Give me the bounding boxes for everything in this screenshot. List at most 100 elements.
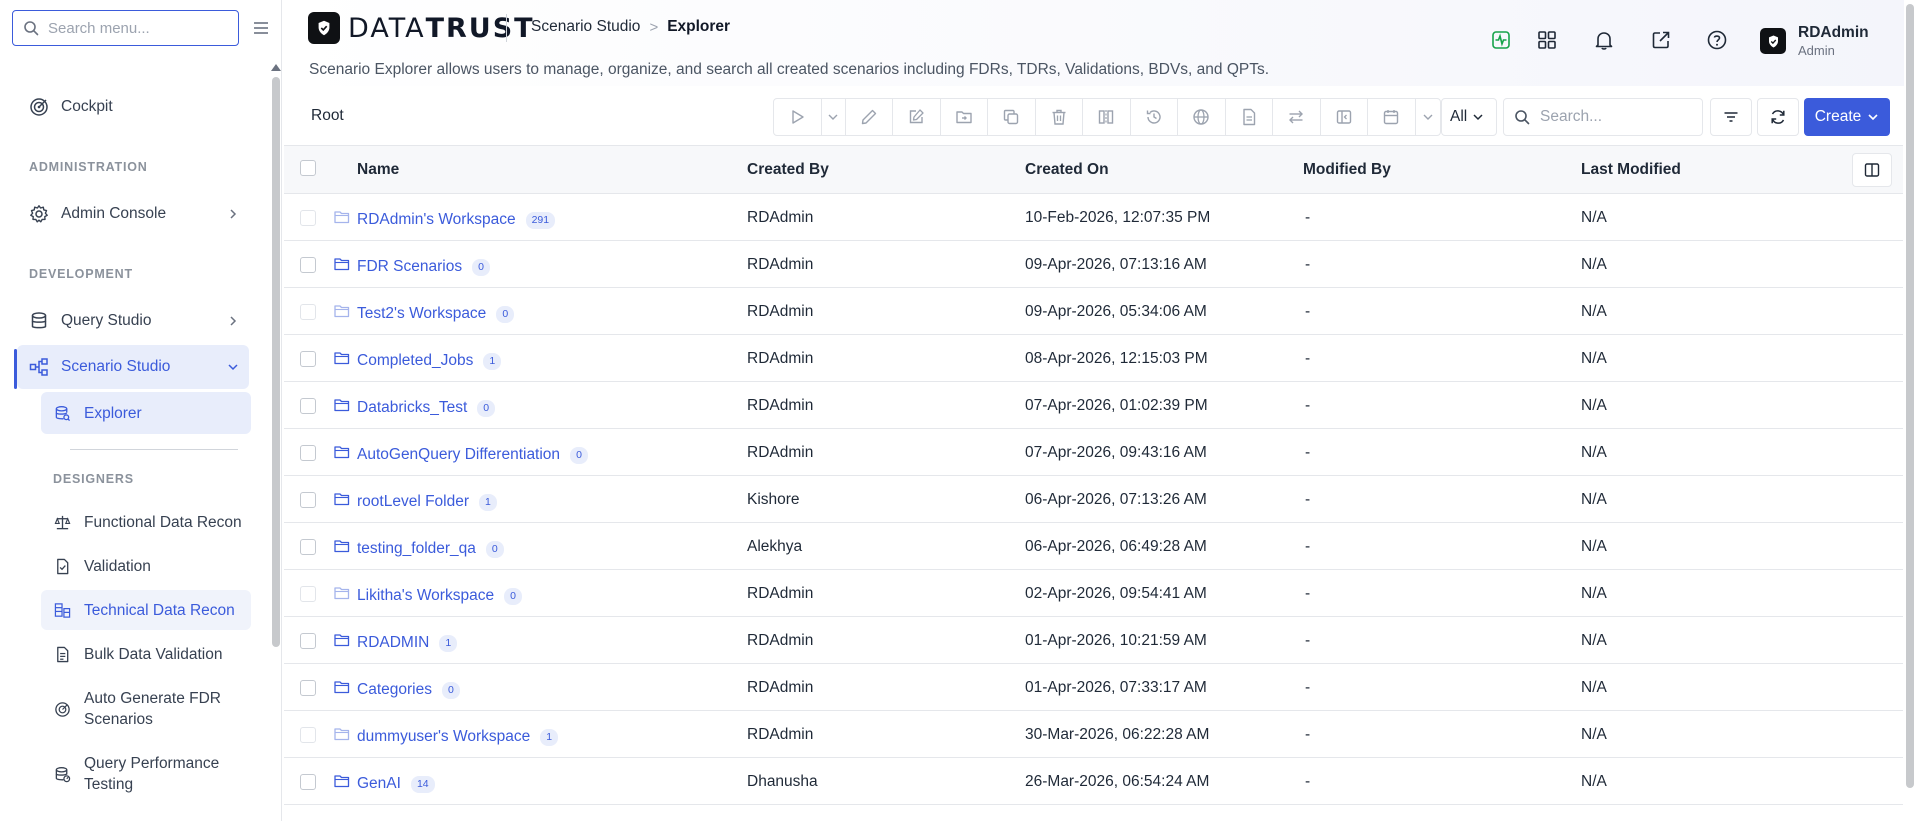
row-checkbox[interactable] — [300, 586, 316, 602]
apps-grid-icon[interactable] — [1536, 29, 1558, 51]
row-checkbox[interactable] — [300, 492, 316, 508]
table-row[interactable]: rootLevel Folder 1 Kishore 06-Apr-2026, 07:… — [284, 476, 1903, 523]
column-header-modified-by[interactable]: Modified By — [1303, 161, 1391, 179]
table-row[interactable]: RDADMIN 1 RDAdmin 01-Apr-2026, 10:21:59 AM -… — [284, 617, 1903, 664]
row-checkbox[interactable] — [300, 257, 316, 273]
table-row[interactable]: AutoGenQuery Differentiation 0 RDAdmin 07-A… — [284, 429, 1903, 476]
collapse-panel-button[interactable] — [1321, 99, 1368, 135]
folder-name-link[interactable]: testing_folder_qa — [357, 540, 476, 558]
create-button[interactable]: Create — [1804, 98, 1890, 136]
column-header-last-modified[interactable]: Last Modified — [1581, 161, 1681, 179]
edit-button[interactable] — [846, 99, 893, 135]
sidebar-item-query-studio[interactable]: Query Studio — [17, 299, 249, 343]
folder-name-link[interactable]: Databricks_Test — [357, 399, 467, 417]
table-row[interactable]: Completed_Jobs 1 RDAdmin 08-Apr-2026, 12:15… — [284, 335, 1903, 382]
activity-icon[interactable] — [1490, 29, 1512, 51]
main-scrollbar[interactable] — [1904, 0, 1916, 821]
table-row[interactable]: dummyuser's Workspace 1 RDAdmin 30-Mar-2026… — [284, 711, 1903, 758]
table-row[interactable]: FDR Scenarios 0 RDAdmin 09-Apr-2026, 07:13:… — [284, 241, 1903, 288]
schedule-options-dropdown[interactable] — [1416, 99, 1440, 135]
folder-icon — [334, 446, 350, 459]
sidebar-scrollbar[interactable] — [270, 62, 281, 821]
row-checkbox[interactable] — [300, 680, 316, 696]
item-count-badge: 0 — [477, 399, 496, 417]
table-row[interactable]: GenAI 14 Dhanusha 26-Mar-2026, 06:54:24 AM -… — [284, 758, 1903, 805]
select-all-checkbox[interactable] — [300, 160, 316, 176]
folder-name-link[interactable]: rootLevel Folder — [357, 493, 469, 511]
folder-name-link[interactable]: RDADMIN — [357, 634, 429, 652]
move-button[interactable] — [941, 99, 988, 135]
sidebar-item-scenario-studio[interactable]: Scenario Studio — [17, 345, 249, 389]
sidebar-item-technical-data-recon[interactable]: Technical Data Recon — [41, 590, 251, 630]
folder-name-link[interactable]: Completed_Jobs — [357, 352, 473, 370]
column-header-name[interactable]: Name — [357, 161, 399, 179]
row-checkbox[interactable] — [300, 304, 316, 320]
table-row[interactable]: Databricks_Test 0 RDAdmin 07-Apr-2026, 01:0… — [284, 382, 1903, 429]
row-checkbox[interactable] — [300, 445, 316, 461]
row-checkbox[interactable] — [300, 727, 316, 743]
folder-name-link[interactable]: Likitha's Workspace — [357, 587, 494, 605]
sidebar-item-auto-generate-fdr[interactable]: Auto Generate FDR Scenarios — [41, 686, 251, 732]
run-options-dropdown[interactable] — [822, 99, 846, 135]
folder-name-link[interactable]: dummyuser's Workspace — [357, 728, 530, 746]
menu-search-input[interactable] — [48, 19, 228, 37]
filter-button[interactable] — [1710, 98, 1752, 136]
sidebar-item-cockpit[interactable]: Cockpit — [17, 85, 249, 129]
help-icon[interactable] — [1706, 29, 1728, 51]
explorer-search-input[interactable] — [1540, 108, 1690, 126]
table-row[interactable]: Test2's Workspace 0 RDAdmin 09-Apr-2026, 05… — [284, 288, 1903, 335]
current-folder-label[interactable]: Root — [311, 107, 344, 125]
folder-name-link[interactable]: RDAdmin's Workspace — [357, 211, 516, 229]
refresh-button[interactable] — [1757, 98, 1799, 136]
sidebar-item-admin-console[interactable]: Admin Console — [17, 192, 249, 236]
table-row[interactable]: Categories 0 RDAdmin 01-Apr-2026, 07:33:17 … — [284, 664, 1903, 711]
folder-name-link[interactable]: Categories — [357, 681, 432, 699]
table-row[interactable]: RDAdmin's Workspace 291 RDAdmin 10-Feb-2026… — [284, 194, 1903, 241]
sidebar-item-explorer[interactable]: Explorer — [41, 392, 251, 434]
datatrust-logo[interactable]: DATATRUST — [308, 12, 535, 44]
folder-name-link[interactable]: FDR Scenarios — [357, 258, 462, 276]
breadcrumb-scenario-studio[interactable]: Scenario Studio — [531, 18, 640, 36]
hamburger-menu-icon[interactable] — [252, 19, 270, 37]
column-settings-button[interactable] — [1852, 153, 1892, 187]
created-by-cell: RDAdmin — [747, 585, 814, 602]
menu-search-box[interactable] — [12, 10, 239, 46]
rename-button[interactable] — [893, 99, 941, 135]
sidebar-item-query-performance-testing[interactable]: Query Performance Testing — [41, 751, 251, 797]
publish-button[interactable] — [1178, 99, 1226, 135]
history-button[interactable] — [1131, 99, 1178, 135]
scrollbar-thumb[interactable] — [272, 77, 280, 647]
user-profile[interactable]: RDAdmin Admin — [1760, 24, 1869, 58]
sidebar-item-bulk-data-validation[interactable]: Bulk Data Validation — [41, 634, 251, 674]
folder-name-link[interactable]: AutoGenQuery Differentiation — [357, 446, 560, 464]
table-row[interactable]: testing_folder_qa 0 Alekhya 06-Apr-2026, 06… — [284, 523, 1903, 570]
schedule-button[interactable] — [1368, 99, 1416, 135]
delete-button[interactable] — [1036, 99, 1083, 135]
type-filter-select[interactable]: All — [1441, 98, 1497, 136]
column-header-created-on[interactable]: Created On — [1025, 161, 1109, 179]
table-row[interactable]: Likitha's Workspace 0 RDAdmin 02-Apr-2026, … — [284, 570, 1903, 617]
row-checkbox[interactable] — [300, 539, 316, 555]
transfer-button[interactable] — [1273, 99, 1321, 135]
folder-name-link[interactable]: GenAI — [357, 775, 401, 793]
bell-icon[interactable] — [1593, 29, 1615, 51]
row-checkbox[interactable] — [300, 210, 316, 226]
sidebar-item-functional-data-recon[interactable]: Functional Data Recon — [41, 502, 251, 542]
created-on-cell: 07-Apr-2026, 01:02:39 PM — [1025, 397, 1208, 414]
row-checkbox[interactable] — [300, 351, 316, 367]
run-button[interactable] — [774, 99, 822, 135]
folder-name-link[interactable]: Test2's Workspace — [357, 305, 486, 323]
report-button[interactable] — [1226, 99, 1273, 135]
folder-icon — [334, 728, 350, 741]
external-link-icon[interactable] — [1650, 29, 1672, 51]
main-scrollbar-thumb[interactable] — [1906, 4, 1914, 788]
sidebar-item-validation[interactable]: Validation — [41, 546, 251, 586]
row-checkbox[interactable] — [300, 774, 316, 790]
row-checkbox[interactable] — [300, 633, 316, 649]
explorer-search-box[interactable] — [1503, 98, 1703, 136]
scroll-up-arrow-icon[interactable] — [271, 64, 281, 71]
copy-button[interactable] — [988, 99, 1036, 135]
row-checkbox[interactable] — [300, 398, 316, 414]
compare-button[interactable] — [1083, 99, 1131, 135]
column-header-created-by[interactable]: Created By — [747, 161, 829, 179]
